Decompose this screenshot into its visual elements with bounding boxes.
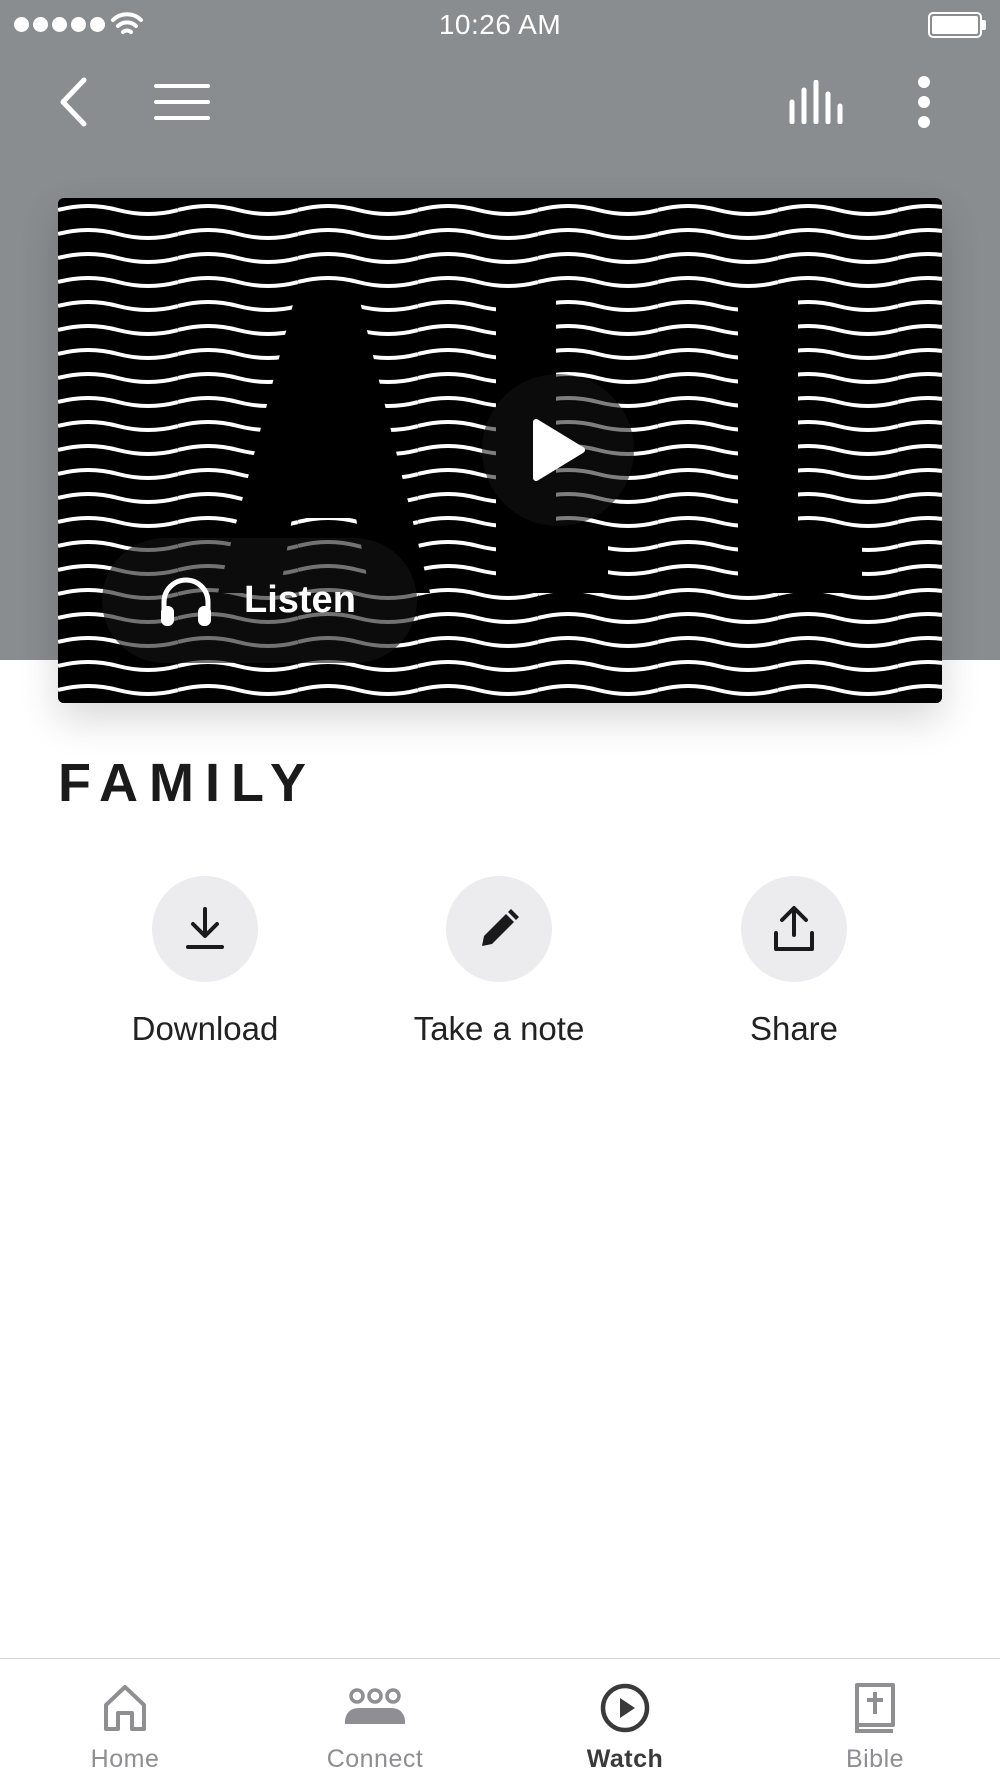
page-title: FAMILY <box>58 753 318 813</box>
tab-bible[interactable]: Bible <box>750 1659 1000 1778</box>
tab-bar: Home Connect Watch Bible <box>0 1658 1000 1778</box>
tab-home-label: Home <box>90 1745 160 1773</box>
group-icon <box>345 1688 405 1724</box>
hamburger-menu-icon <box>154 84 210 120</box>
home-icon <box>104 1685 146 1731</box>
play-circle-icon <box>600 1683 650 1733</box>
tab-home[interactable]: Home <box>0 1659 250 1778</box>
status-bar: 10:26 AM <box>0 0 1000 52</box>
share-icon <box>774 906 814 951</box>
status-time: 10:26 AM <box>438 9 562 40</box>
more-button[interactable] <box>892 70 956 134</box>
audio-bars-icon <box>789 80 843 124</box>
menu-button[interactable] <box>150 70 214 134</box>
bible-icon <box>855 1683 895 1733</box>
chevron-left-icon <box>60 77 87 127</box>
tab-watch[interactable]: Watch <box>500 1659 750 1778</box>
take-a-note-label: Take a note <box>413 1010 585 1047</box>
listen-button[interactable]: Listen <box>102 538 417 663</box>
headphones-icon <box>161 577 211 626</box>
take-a-note-button[interactable]: Take a note <box>379 876 619 1048</box>
download-button[interactable]: Download <box>85 876 325 1048</box>
share-button[interactable]: Share <box>674 876 914 1048</box>
tab-watch-label: Watch <box>586 1745 664 1773</box>
download-circle <box>152 876 258 982</box>
navigation-bar <box>0 60 1000 140</box>
battery-icon <box>928 12 986 38</box>
more-vertical-icon <box>918 76 930 128</box>
download-icon <box>186 907 224 949</box>
pencil-icon <box>482 909 519 946</box>
tab-connect[interactable]: Connect <box>250 1659 500 1778</box>
download-label: Download <box>131 1010 279 1047</box>
play-button[interactable] <box>482 374 634 526</box>
play-icon <box>533 419 585 481</box>
media-artwork[interactable]: Listen <box>58 198 942 703</box>
take-a-note-circle <box>446 876 552 982</box>
share-circle <box>741 876 847 982</box>
tab-bible-label: Bible <box>845 1745 905 1773</box>
tab-connect-label: Connect <box>326 1745 424 1773</box>
share-label: Share <box>749 1010 839 1047</box>
back-button[interactable] <box>42 70 106 134</box>
listen-label: Listen <box>244 579 356 621</box>
audio-button[interactable] <box>785 70 849 134</box>
